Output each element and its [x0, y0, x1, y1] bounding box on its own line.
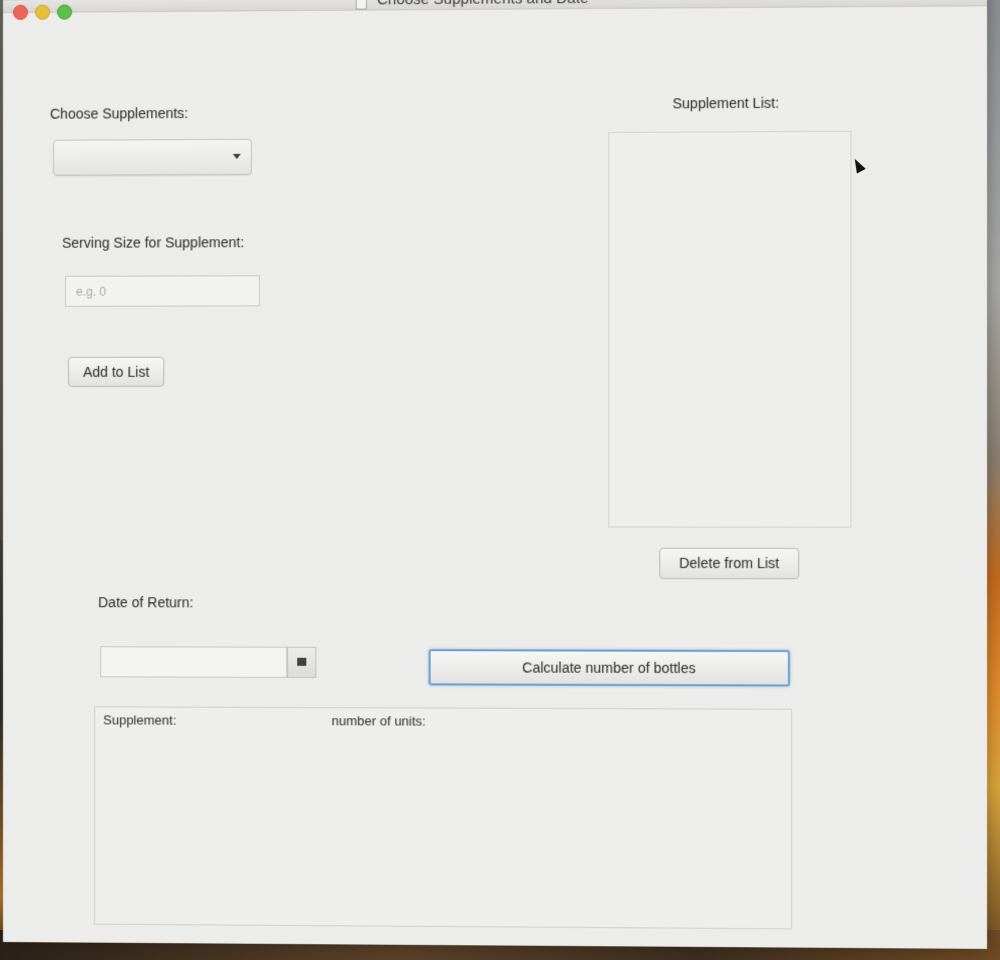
serving-size-label: Serving Size for Supplement: — [62, 234, 245, 251]
delete-from-list-button[interactable]: Delete from List — [659, 547, 800, 580]
choose-supplements-label: Choose Supplements: — [50, 104, 189, 122]
supplement-list[interactable] — [608, 130, 852, 528]
calendar-icon — [297, 657, 307, 666]
window-title: Choose Supplements and Date — [377, 0, 588, 8]
title-bar[interactable]: Choose Supplements and Date — [3, 0, 988, 20]
zoom-icon[interactable] — [57, 4, 73, 20]
serving-size-input[interactable]: e.g. 0 — [65, 275, 260, 307]
app-window: Choose Supplements and Date Choose Suppl… — [3, 0, 988, 949]
chevron-down-icon — [232, 153, 241, 159]
date-input[interactable] — [100, 646, 288, 678]
results-header-units: number of units: — [331, 713, 426, 729]
date-picker-button[interactable] — [287, 646, 317, 678]
supplements-dropdown[interactable] — [53, 138, 252, 176]
calculate-bottles-button[interactable]: Calculate number of bottles — [428, 649, 790, 687]
date-of-return-label: Date of Return: — [98, 594, 194, 611]
supplement-list-label: Supplement List: — [672, 94, 780, 112]
results-table[interactable]: Supplement: number of units: — [94, 706, 793, 930]
close-icon[interactable] — [12, 4, 29, 20]
add-to-list-button[interactable]: Add to List — [68, 356, 165, 387]
minimize-icon[interactable] — [35, 4, 51, 20]
document-icon — [355, 0, 367, 10]
serving-size-placeholder: e.g. 0 — [76, 284, 107, 299]
results-header-supplement: Supplement: — [103, 712, 177, 728]
